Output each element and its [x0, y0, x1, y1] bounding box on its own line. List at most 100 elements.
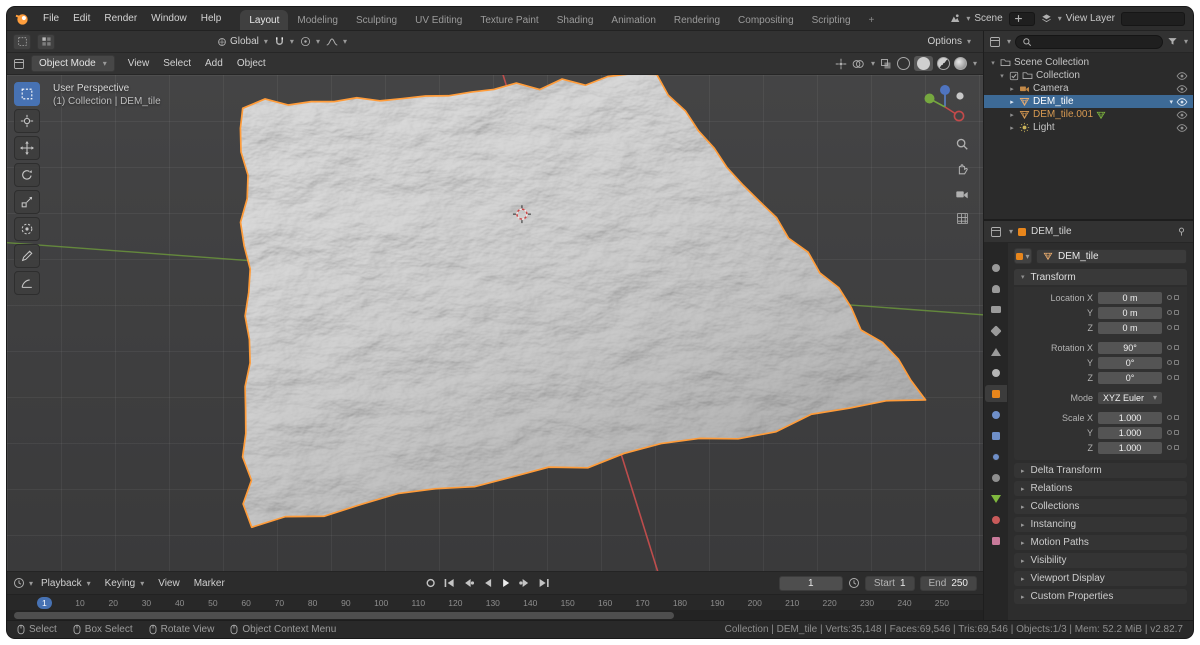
jump-to-start-button[interactable] [441, 576, 458, 591]
section-collections[interactable]: ▸Collections [1014, 499, 1187, 514]
timeline-ruler[interactable]: 1 10203040506070809010011012013014015016… [7, 594, 983, 610]
tab-animation[interactable]: Animation [602, 10, 664, 30]
menu-playback[interactable]: Playback▾ [35, 575, 97, 592]
outliner-row-dem-tile-001[interactable]: ▸ DEM_tile.001 [984, 108, 1193, 121]
section-motion-paths[interactable]: ▸Motion Paths [1014, 535, 1187, 550]
hide-eye-icon[interactable] [1176, 122, 1188, 134]
next-keyframe-button[interactable] [517, 576, 534, 591]
section-delta-transform[interactable]: ▸Delta Transform [1014, 463, 1187, 478]
rotate-tool[interactable] [14, 163, 40, 187]
section-custom-properties[interactable]: ▸Custom Properties [1014, 589, 1187, 604]
cursor-tool[interactable] [14, 109, 40, 133]
timeline-scrollbar-thumb[interactable] [14, 612, 674, 619]
outliner-row-camera[interactable]: ▸ Camera [984, 82, 1193, 95]
playhead[interactable]: 1 [37, 597, 52, 609]
section-visibility[interactable]: ▸Visibility [1014, 553, 1187, 568]
scene-new-button[interactable] [1009, 12, 1035, 26]
tab-texture[interactable] [985, 532, 1007, 549]
editor-type-icon[interactable] [13, 58, 25, 70]
falloff-dropdown[interactable]: ▾ [326, 37, 347, 47]
tab-particles[interactable] [985, 427, 1007, 444]
menu-marker[interactable]: Marker [188, 575, 231, 592]
tab-scripting[interactable]: Scripting [803, 10, 860, 30]
tab-output[interactable] [985, 301, 1007, 318]
navigation-gizmo[interactable] [919, 81, 971, 133]
hide-eye-icon[interactable] [1176, 83, 1188, 95]
menu-window[interactable]: Window [144, 10, 194, 27]
tab-rendering[interactable]: Rendering [665, 10, 729, 30]
menu-edit[interactable]: Edit [66, 10, 97, 27]
show-gizmo-icon[interactable] [835, 58, 847, 70]
menu-view[interactable]: View [121, 55, 157, 72]
zoom-icon[interactable] [955, 137, 969, 151]
object-id-dropdown[interactable]: ▾ [1014, 248, 1032, 264]
mode-dropdown[interactable]: Object Mode ▾ [31, 55, 115, 72]
shading-material-icon[interactable] [937, 57, 950, 70]
sync-button[interactable] [422, 576, 439, 591]
outliner-search-input[interactable] [1015, 35, 1163, 49]
terrain-mesh[interactable] [7, 75, 983, 571]
menu-render[interactable]: Render [97, 10, 144, 27]
section-instancing[interactable]: ▸Instancing [1014, 517, 1187, 532]
checkbox-icon[interactable] [1009, 71, 1019, 81]
proportional-editing-dropdown[interactable]: ▾ [300, 36, 320, 47]
rotation-y-field[interactable]: 0° [1098, 357, 1162, 369]
measure-tool[interactable] [14, 271, 40, 295]
tab-object-data[interactable] [985, 490, 1007, 507]
menu-file[interactable]: File [36, 10, 66, 27]
tab-view-layer[interactable] [985, 322, 1007, 339]
menu-add[interactable]: Add [198, 55, 230, 72]
location-y-field[interactable]: 0 m [1098, 307, 1162, 319]
shading-wireframe-icon[interactable] [897, 57, 910, 70]
jump-to-end-button[interactable] [536, 576, 553, 591]
tab-layout[interactable]: Layout [240, 10, 288, 30]
tab-object[interactable] [985, 385, 1007, 402]
tab-shading[interactable]: Shading [548, 10, 603, 30]
options-dropdown[interactable]: Options ▾ [922, 34, 977, 49]
transform-panel-header[interactable]: ▾ Transform [1014, 269, 1187, 285]
tab-material[interactable] [985, 511, 1007, 528]
scale-z-field[interactable]: 1.000 [1098, 442, 1162, 454]
scale-x-field[interactable]: 1.000 [1098, 412, 1162, 424]
hide-eye-icon[interactable] [1176, 96, 1188, 108]
timeline-editor-icon[interactable] [13, 577, 25, 589]
tab-render[interactable] [985, 280, 1007, 297]
tab-world[interactable] [985, 364, 1007, 381]
show-overlays-icon[interactable] [852, 58, 864, 70]
properties-editor-icon[interactable] [990, 226, 1002, 238]
camera-view-icon[interactable] [955, 187, 969, 201]
tab-uv-editing[interactable]: UV Editing [406, 10, 471, 30]
view-layer-field[interactable] [1121, 12, 1185, 26]
start-frame-field[interactable]: Start1 [865, 576, 915, 591]
tab-scene[interactable] [985, 343, 1007, 360]
play-reverse-button[interactable] [479, 576, 496, 591]
menu-select[interactable]: Select [156, 55, 198, 72]
outliner-row-collection[interactable]: ▾ Collection [984, 69, 1193, 82]
shading-solid-icon[interactable] [917, 57, 930, 70]
outliner-row-light[interactable]: ▸ Light [984, 121, 1193, 134]
scale-tool[interactable] [14, 190, 40, 214]
tab-tool[interactable] [985, 259, 1007, 276]
tab-texture-paint[interactable]: Texture Paint [471, 10, 547, 30]
menu-view-timeline[interactable]: View [152, 575, 186, 592]
rotation-x-field[interactable]: 90° [1098, 342, 1162, 354]
outliner-row-dem-tile[interactable]: ▸ DEM_tile ▾ [984, 95, 1193, 108]
section-viewport-display[interactable]: ▸Viewport Display [1014, 571, 1187, 586]
pin-icon[interactable] [1176, 226, 1187, 237]
object-name-field[interactable]: DEM_tile [1036, 249, 1187, 264]
annotate-tool[interactable] [14, 244, 40, 268]
chevron-down-icon[interactable]: ▾ [1169, 98, 1173, 106]
scale-y-field[interactable]: 1.000 [1098, 427, 1162, 439]
view-layer-selector[interactable]: ▾ View Layer [1041, 13, 1115, 24]
tab-physics[interactable] [985, 448, 1007, 465]
location-x-field[interactable]: 0 m [1098, 292, 1162, 304]
tab-constraints[interactable] [985, 469, 1007, 486]
outliner-row-scene-collection[interactable]: ▾ Scene Collection [984, 56, 1193, 69]
use-preview-range-icon[interactable] [848, 577, 860, 589]
play-button[interactable] [498, 576, 515, 591]
select-box-tool[interactable] [14, 82, 40, 106]
active-tool-icon[interactable] [13, 34, 31, 50]
tab-modeling[interactable]: Modeling [288, 10, 347, 30]
current-frame-field[interactable]: 1 [779, 576, 843, 591]
filter-funnel-icon[interactable] [1167, 36, 1178, 47]
